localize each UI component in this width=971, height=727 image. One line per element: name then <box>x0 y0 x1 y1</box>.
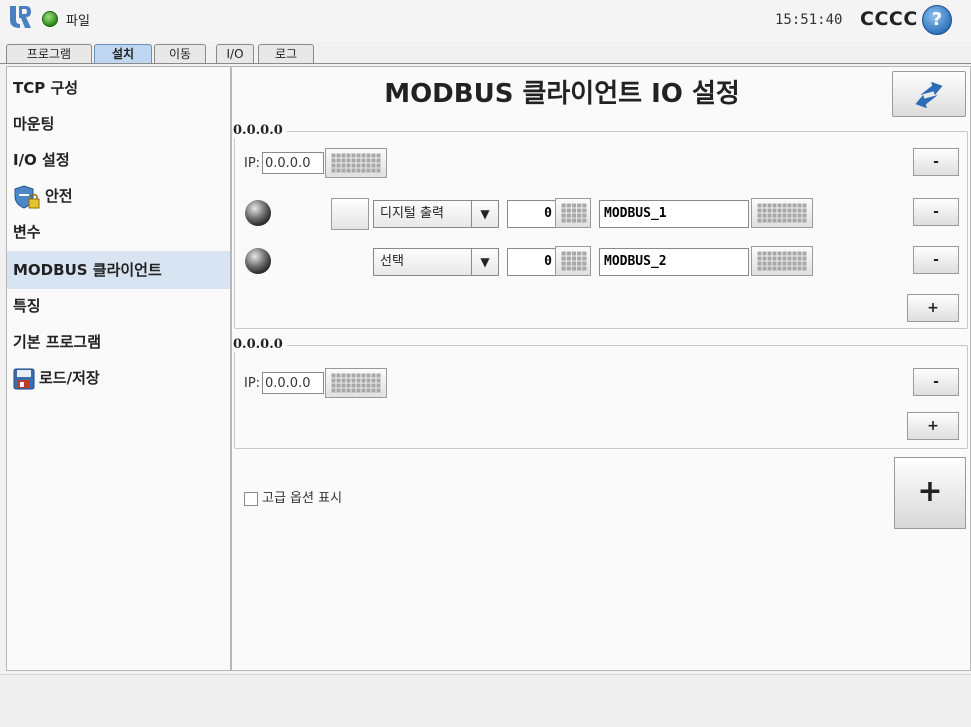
sidebar-item-modbus[interactable]: MODBUS 클라이언트 <box>7 251 230 289</box>
ur-logo-icon <box>10 6 31 28</box>
signal-type-select[interactable]: 선택 ▼ <box>373 248 499 276</box>
tab-io[interactable]: I/O <box>216 44 254 64</box>
keyboard-icon[interactable] <box>325 148 387 178</box>
safety-shield-icon <box>14 184 40 209</box>
sidebar-item-label: 로드/저장 <box>39 369 100 387</box>
remove-signal-button[interactable]: - <box>913 246 959 274</box>
modbus-panel: MODBUS 클라이언트 IO 설정 0.0.0.0 IP: 0.0.0.0 -… <box>231 66 971 671</box>
ip-field[interactable]: 0.0.0.0 <box>262 152 324 174</box>
sidebar-item-io-setup[interactable]: I/O 설정 <box>7 143 230 177</box>
advanced-options-checkbox[interactable] <box>244 491 258 506</box>
top-bar: 파일 15:51:40 CCCC ? <box>0 0 971 42</box>
remove-unit-button[interactable]: - <box>913 148 959 176</box>
keypad-icon[interactable] <box>555 198 591 228</box>
signal-status-led-icon <box>245 248 271 274</box>
keyboard-icon[interactable] <box>751 246 813 276</box>
signal-type-select[interactable]: 디지털 출력 ▼ <box>373 200 499 228</box>
ip-label: IP: <box>244 156 261 171</box>
keypad-icon[interactable] <box>555 246 591 276</box>
sidebar-item-variables[interactable]: 변수 <box>7 215 230 249</box>
keyboard-icon[interactable] <box>325 368 387 398</box>
installation-sidebar: TCP 구성 마운팅 I/O 설정 안전 변수 MODBUS 클라이언트 특징 … <box>6 66 231 671</box>
select-value: 선택 <box>380 254 404 269</box>
unit-title: 0.0.0.0 <box>233 337 287 352</box>
keyboard-glyph <box>757 203 807 223</box>
file-menu[interactable]: 파일 <box>66 10 90 29</box>
tab-divider <box>0 63 971 64</box>
keyboard-glyph <box>331 373 381 393</box>
sync-arrows-icon <box>915 81 943 109</box>
ip-field[interactable]: 0.0.0.0 <box>262 372 324 394</box>
signal-name-field[interactable]: MODBUS_2 <box>599 248 749 276</box>
dropdown-arrow-icon: ▼ <box>471 249 498 275</box>
sidebar-item-label: 기본 프로그램 <box>13 333 102 351</box>
advanced-options-label: 고급 옵션 표시 <box>262 491 343 506</box>
sidebar-item-label: 안전 <box>45 187 73 205</box>
remove-unit-button[interactable]: - <box>913 368 959 396</box>
sidebar-item-label: 특징 <box>13 297 41 315</box>
remove-signal-button[interactable]: - <box>913 198 959 226</box>
tab-move[interactable]: 이동 <box>154 44 206 64</box>
sidebar-item-label: I/O 설정 <box>13 151 70 169</box>
add-unit-button[interactable]: + <box>894 457 966 529</box>
help-icon[interactable]: ? <box>922 5 952 35</box>
modbus-unit-1: 0.0.0.0 IP: 0.0.0.0 - 디지털 출력 ▼ 0 MODBUS_… <box>233 123 968 329</box>
sidebar-item-label: 마운팅 <box>13 115 55 133</box>
select-value: 디지털 출력 <box>380 206 444 221</box>
sidebar-item-label: MODBUS 클라이언트 <box>13 261 162 279</box>
robot-status-icon <box>42 11 58 27</box>
keyboard-glyph <box>331 153 381 173</box>
tab-installation[interactable]: 설치 <box>94 44 152 64</box>
sidebar-item-features[interactable]: 특징 <box>7 289 230 323</box>
dropdown-arrow-icon: ▼ <box>471 201 498 227</box>
tab-log[interactable]: 로그 <box>258 44 314 64</box>
keyboard-glyph <box>561 251 587 271</box>
add-signal-button[interactable]: + <box>907 412 959 440</box>
keyboard-glyph <box>757 251 807 271</box>
unit-title: 0.0.0.0 <box>233 123 287 138</box>
keyboard-glyph <box>561 203 587 223</box>
signal-name-field[interactable]: MODBUS_1 <box>599 200 749 228</box>
ip-label: IP: <box>244 376 261 391</box>
advanced-options-toggle[interactable]: 고급 옵션 표시 <box>244 487 342 506</box>
sidebar-item-mounting[interactable]: 마운팅 <box>7 107 230 141</box>
signal-status-led-icon <box>245 200 271 226</box>
sidebar-item-default-program[interactable]: 기본 프로그램 <box>7 325 230 359</box>
sidebar-item-tcp[interactable]: TCP 구성 <box>7 71 230 105</box>
signal-address-field[interactable]: 0 <box>507 200 557 228</box>
sidebar-item-label: 변수 <box>13 223 41 241</box>
signal-toggle-button[interactable] <box>331 198 369 230</box>
tab-program[interactable]: 프로그램 <box>6 44 92 64</box>
modbus-unit-2: 0.0.0.0 IP: 0.0.0.0 - + <box>233 337 968 449</box>
keyboard-icon[interactable] <box>751 198 813 228</box>
floppy-disk-icon <box>13 368 35 389</box>
sidebar-item-label: TCP 구성 <box>13 79 79 97</box>
clock: 15:51:40 <box>775 12 843 28</box>
signal-address-field[interactable]: 0 <box>507 248 557 276</box>
sidebar-item-safety[interactable]: 안전 <box>7 179 230 213</box>
bottom-bar <box>0 674 971 727</box>
add-signal-button[interactable]: + <box>907 294 959 322</box>
page-title: MODBUS 클라이언트 IO 설정 <box>384 79 740 109</box>
sidebar-item-load-save[interactable]: 로드/저장 <box>7 361 230 395</box>
refresh-button[interactable] <box>892 71 966 117</box>
robot-name: CCCC <box>860 8 918 30</box>
